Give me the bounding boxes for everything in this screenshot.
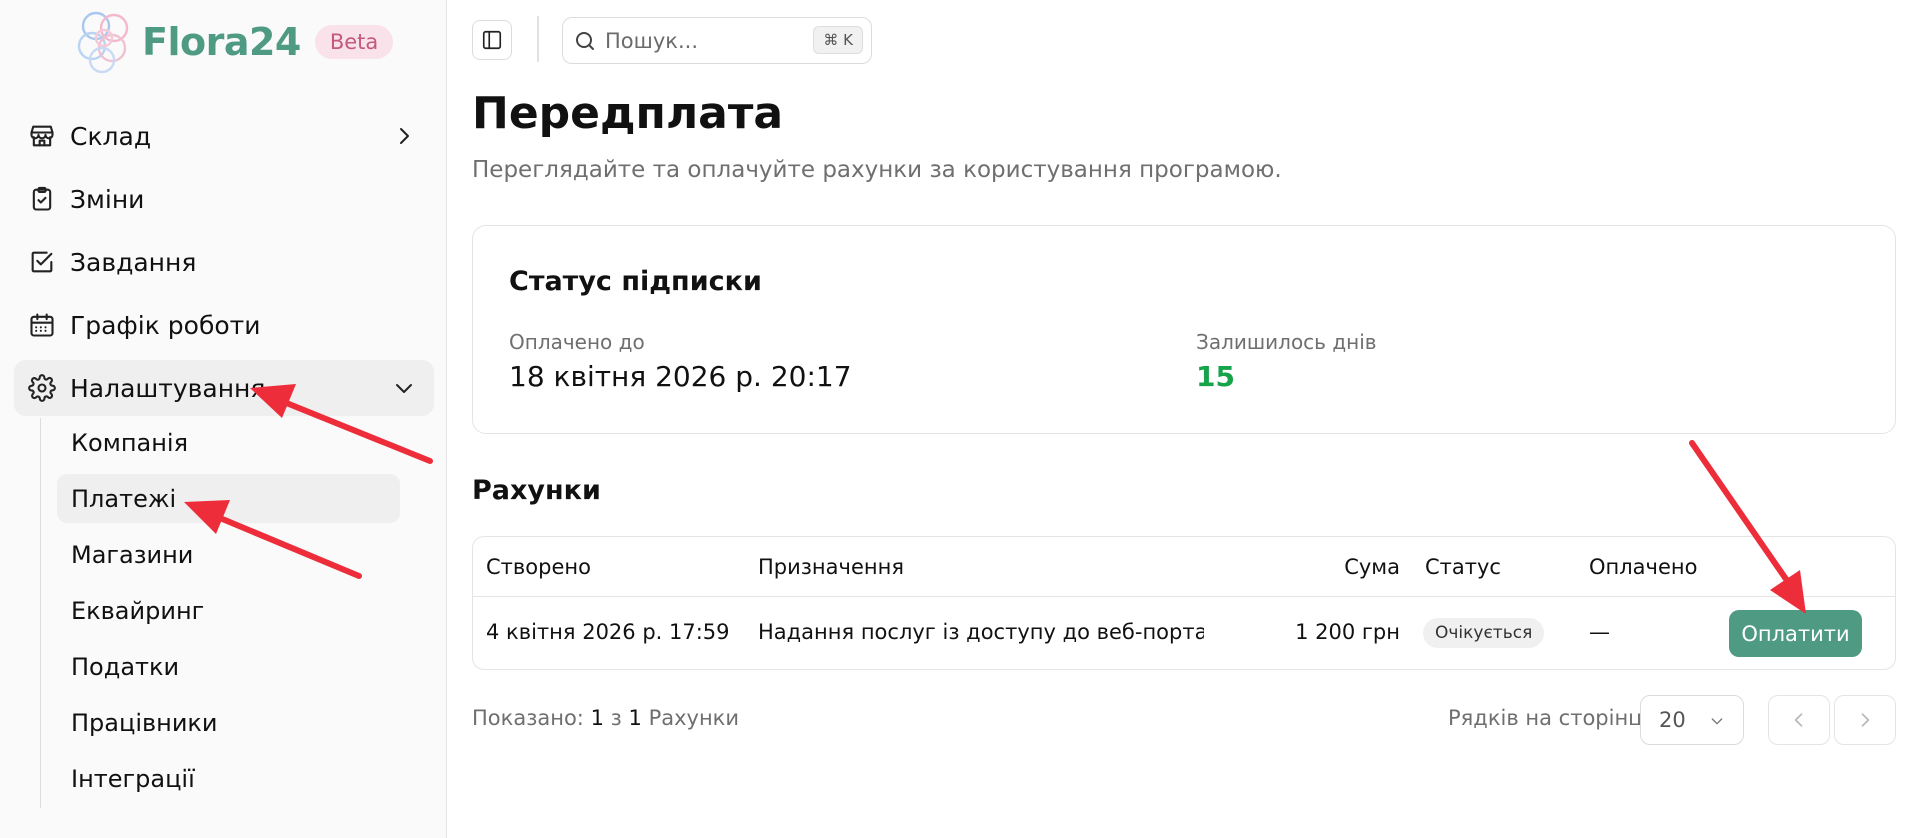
search-input[interactable]	[605, 28, 805, 53]
column-purpose: Призначення	[758, 555, 904, 579]
sidebar-item-warehouse[interactable]: Склад	[14, 108, 434, 164]
checkbox-icon	[31, 251, 53, 273]
shown-total: 1	[628, 706, 642, 730]
search-icon	[576, 31, 594, 50]
store-icon	[30, 125, 54, 147]
invoices-title: Рахунки	[472, 475, 601, 506]
beta-badge: Beta	[314, 25, 394, 59]
table-header: Створено Призначення Сума Статус Оплачен…	[473, 537, 1895, 597]
days-left-label: Залишилось днів	[1196, 330, 1377, 354]
subnav-item-company[interactable]: Компанія	[57, 418, 400, 467]
search-shortcut: ⌘ K	[813, 26, 863, 54]
subnav-item-stores[interactable]: Магазини	[57, 530, 400, 579]
chevron-right-icon	[400, 128, 409, 144]
subscription-status-card: Статус підписки Оплачено до 18 квітня 20…	[472, 225, 1896, 434]
paid-until-label: Оплачено до	[509, 330, 645, 354]
sidebar-item-label: Склад	[70, 121, 152, 151]
shown-count: Показано: 1 з 1 Рахунки	[472, 706, 739, 730]
search-box[interactable]: ⌘ K	[562, 17, 872, 64]
app-name: Flora24	[142, 20, 301, 64]
page-title: Передплата	[472, 88, 784, 139]
sidebar-item-label: Графік роботи	[70, 310, 261, 340]
sidebar-item-tasks[interactable]: Завдання	[14, 234, 434, 290]
sidebar-item-label: Завдання	[70, 247, 197, 277]
flower-logo-icon	[77, 11, 129, 74]
sidebar: Flora24 Beta Склад Зміни Завдання Графік…	[0, 0, 447, 838]
gear-icon	[28, 374, 56, 402]
sidebar-item-label: Зміни	[70, 184, 145, 214]
rows-per-page-value: 20	[1659, 708, 1686, 732]
subscription-status-title: Статус підписки	[509, 266, 762, 297]
sidebar-item-label: Налаштування	[70, 373, 266, 403]
sidebar-item-schedule[interactable]: Графік роботи	[14, 297, 434, 353]
cell-amount: 1 200 грн	[1295, 620, 1400, 644]
chevron-down-icon	[1711, 718, 1723, 725]
cell-purpose: Надання послуг із доступу до веб-порталу…	[758, 620, 1204, 644]
prev-page-button[interactable]	[1768, 695, 1830, 745]
cell-paid: —	[1589, 620, 1610, 644]
column-created: Створено	[486, 555, 591, 579]
subnav-item-acquiring[interactable]: Еквайринг	[57, 586, 400, 635]
subnav-item-employees[interactable]: Працівники	[57, 698, 400, 747]
column-paid: Оплачено	[1589, 555, 1698, 579]
subnav-item-integrations[interactable]: Інтеграції	[57, 754, 400, 803]
sidebar-toggle-button[interactable]	[472, 20, 512, 60]
app-logo[interactable]: Flora24 Beta	[66, 4, 394, 80]
shown-of: з	[610, 706, 622, 730]
column-status: Статус	[1425, 555, 1501, 579]
clipboard-check-icon	[32, 186, 52, 211]
sidebar-item-settings[interactable]: Налаштування	[14, 360, 434, 416]
days-left-value: 15	[1196, 360, 1235, 393]
cell-created: 4 квітня 2026 р. 17:59	[486, 620, 730, 644]
sidebar-nav: Склад Зміни Завдання Графік роботи Налаш…	[14, 108, 434, 423]
paid-until-value: 18 квітня 2026 р. 20:17	[509, 360, 852, 393]
settings-subnav: Компанія Платежі Магазини Еквайринг Пода…	[40, 418, 400, 808]
shown-from: 1	[590, 706, 604, 730]
panel-left-icon	[482, 30, 502, 50]
shown-unit: Рахунки	[648, 706, 740, 730]
table-row: 4 квітня 2026 р. 17:59 Надання послуг із…	[473, 598, 1895, 669]
subnav-item-payments[interactable]: Платежі	[57, 474, 400, 523]
chevron-down-icon	[396, 384, 412, 393]
status-badge: Очікується	[1423, 618, 1545, 648]
topbar-divider	[537, 16, 539, 62]
column-amount: Сума	[1344, 555, 1400, 579]
shown-label: Показано:	[472, 706, 584, 730]
rows-per-page-select[interactable]: 20	[1640, 695, 1744, 745]
page-subtitle: Переглядайте та оплачуйте рахунки за кор…	[472, 157, 1282, 183]
rows-per-page-label: Рядків на сторінці	[1448, 706, 1649, 730]
subnav-item-taxes[interactable]: Податки	[57, 642, 400, 691]
pay-button[interactable]: Оплатити	[1729, 610, 1862, 657]
next-page-button[interactable]	[1834, 695, 1896, 745]
sidebar-item-shifts[interactable]: Зміни	[14, 171, 434, 227]
chevron-left-icon	[1794, 713, 1803, 727]
invoices-table: Створено Призначення Сума Статус Оплачен…	[472, 536, 1896, 670]
chevron-right-icon	[1861, 713, 1870, 727]
calendar-icon	[30, 313, 54, 337]
